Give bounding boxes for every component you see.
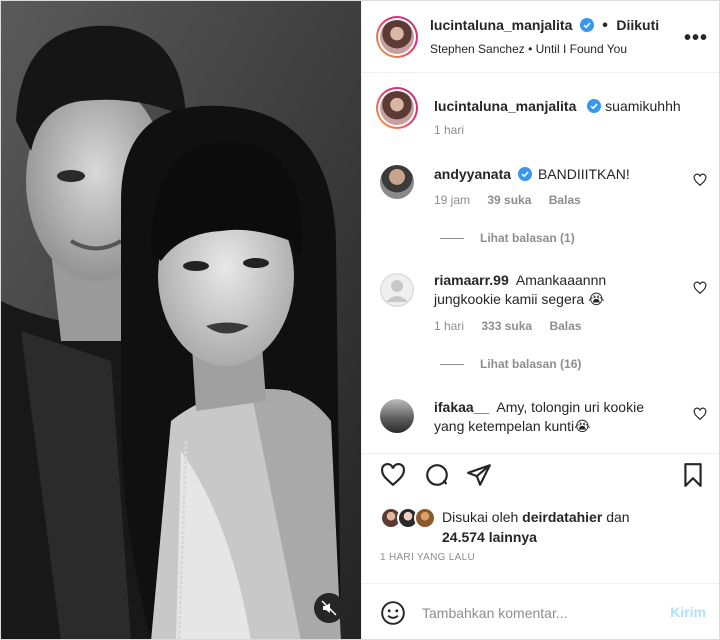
caption-body: suamikuhhh [605, 98, 681, 114]
comment-meta: 1 hari 333 suka Balas [434, 319, 595, 333]
verified-badge-icon [579, 18, 594, 32]
caption-time[interactable]: 1 hari [434, 123, 464, 137]
likes-summary: Disukai oleh deirdatahier dan 24.574 lai… [442, 507, 702, 547]
caption-username[interactable]: lucintaluna_manjalita [434, 98, 576, 114]
caption-meta: 1 hari [434, 123, 478, 137]
comment-meta: 19 jam 39 suka Balas [434, 193, 595, 207]
author-username[interactable]: lucintaluna_manjalita [430, 17, 572, 33]
comment-body: BANDIIITKAN! [537, 166, 630, 182]
comments-list: lucintaluna_manjalita suamikuhhh 1 hari … [362, 73, 719, 453]
post-header: lucintaluna_manjalita • Diikuti Stephen … [362, 1, 719, 73]
verified-badge-icon [587, 99, 602, 113]
send-button[interactable]: Kirim [670, 604, 706, 620]
commenter-avatar[interactable] [380, 273, 414, 307]
separator-dot: • [602, 17, 608, 34]
comment-text: andyyanata BANDIIITKAN! [434, 165, 684, 184]
post-media[interactable] [1, 1, 361, 639]
view-replies-button[interactable]: Lihat balasan (1) [440, 231, 575, 245]
likes-others-count[interactable]: 24.574 lainnya [442, 529, 537, 545]
comment-likes[interactable]: 333 suka [481, 319, 532, 333]
heart-icon[interactable] [380, 462, 406, 488]
emoji-icon[interactable] [380, 600, 406, 626]
audio-track-link[interactable]: Stephen Sanchez • Until I Found You [430, 42, 627, 56]
liker-avatar[interactable] [414, 507, 436, 529]
comment-time[interactable]: 19 jam [434, 193, 470, 207]
likes-prefix: Disukai oleh [442, 509, 519, 525]
mute-button[interactable] [314, 593, 344, 623]
heart-icon[interactable] [693, 173, 707, 187]
photo-image [1, 1, 361, 639]
comment-composer: Kirim [362, 583, 719, 639]
comment-input[interactable] [422, 600, 652, 626]
comment-text: ifakaa__ Amy, tolongin uri kookie yang k… [434, 398, 659, 436]
post-window: lucintaluna_manjalita • Diikuti Stephen … [0, 0, 720, 640]
post-details-panel: lucintaluna_manjalita • Diikuti Stephen … [361, 1, 719, 639]
likes-section: Disukai oleh deirdatahier dan 24.574 lai… [362, 501, 719, 551]
share-icon[interactable] [466, 462, 492, 488]
author-avatar[interactable] [376, 16, 418, 58]
verified-badge-icon [518, 167, 533, 181]
view-replies-button[interactable]: Lihat balasan (16) [440, 357, 581, 371]
caption-text: lucintaluna_manjalita suamikuhhh [434, 97, 704, 116]
commenter-username[interactable]: riamaarr.99 [434, 272, 509, 288]
comment-time[interactable]: 1 hari [434, 319, 464, 333]
post-timestamp[interactable]: 1 HARI YANG LALU [380, 552, 475, 563]
liker-username[interactable]: deirdatahier [522, 509, 602, 525]
more-options-icon[interactable]: ••• [684, 27, 708, 50]
action-bar [362, 453, 719, 497]
liker-avatars [380, 507, 440, 529]
commenter-username[interactable]: andyyanata [434, 166, 511, 182]
bookmark-icon[interactable] [680, 462, 706, 488]
reply-button[interactable]: Balas [549, 193, 581, 207]
commenter-avatar[interactable] [380, 165, 414, 199]
likes-suffix: dan [606, 509, 630, 525]
heart-icon[interactable] [693, 281, 707, 295]
reply-button[interactable]: Balas [549, 319, 581, 333]
heart-icon[interactable] [693, 407, 707, 421]
commenter-username[interactable]: ifakaa__ [434, 399, 489, 415]
following-status[interactable]: Diikuti [616, 17, 659, 33]
caption-author-avatar[interactable] [376, 87, 418, 129]
default-avatar-icon [380, 273, 414, 307]
comment-likes[interactable]: 39 suka [487, 193, 531, 207]
commenter-avatar[interactable] [380, 399, 414, 433]
comment-text: riamaarr.99 Amankaaannn jungkookie kamii… [434, 271, 659, 309]
muted-speaker-icon [321, 600, 337, 616]
comment-icon[interactable] [424, 462, 450, 488]
